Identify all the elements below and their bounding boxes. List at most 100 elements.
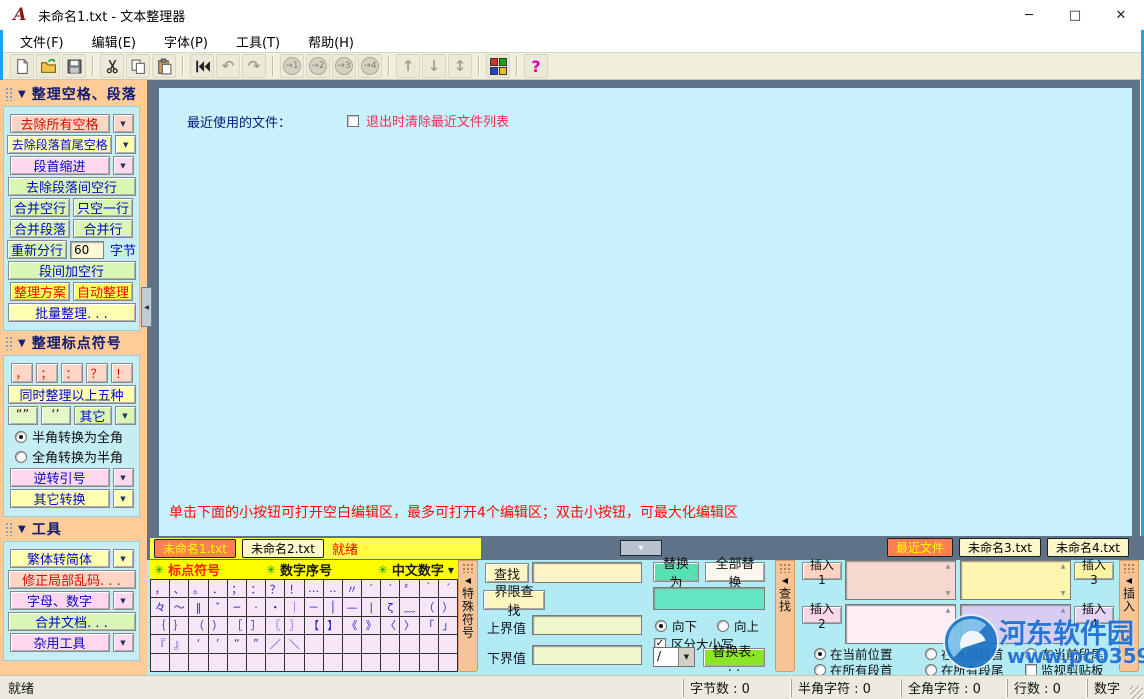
symbol-cell[interactable]: 〗 — [285, 617, 303, 634]
insert-1-button[interactable]: 插入1 — [802, 562, 842, 580]
symbol-cell[interactable] — [151, 654, 169, 671]
symbol-cell[interactable]: ； — [228, 580, 246, 597]
toolbar-copy[interactable] — [126, 54, 150, 78]
boundary-find-button[interactable]: 界限查找 — [483, 590, 545, 610]
scroll-down-icon[interactable]: ▼ — [942, 590, 954, 597]
menu-item-5[interactable]: 帮助(H) — [298, 30, 364, 53]
symbol-cell[interactable]: ｝ — [170, 617, 188, 634]
section-header-punctuation[interactable]: ▼ 整理标点符号 — [3, 333, 140, 353]
symbol-cell[interactable]: 『 — [151, 635, 169, 652]
symbol-cell[interactable]: 』 — [170, 635, 188, 652]
other-punct-dropdown[interactable] — [115, 406, 136, 425]
find-button[interactable]: 查找 — [485, 563, 529, 583]
remove-para-spaces-button[interactable]: 去除段落首尾空格 — [7, 135, 112, 154]
symbol-cell[interactable]: 〉 — [400, 617, 418, 634]
editor-tab-1[interactable]: 未命名1.txt — [154, 539, 236, 558]
reverse-quotes-button[interactable]: 逆转引号 — [10, 468, 110, 487]
radio-insert-all-para-end[interactable] — [925, 664, 937, 676]
symbol-cell[interactable] — [266, 654, 284, 671]
symbol-cell[interactable]: ？ — [266, 580, 284, 597]
single-quote-button[interactable]: ‘’ — [41, 406, 71, 425]
radio-direction-up[interactable] — [717, 620, 729, 632]
symbol-cell[interactable] — [247, 654, 265, 671]
menu-item-4[interactable]: 工具(T) — [226, 30, 290, 53]
symbol-cell[interactable]: ‥ — [324, 580, 342, 597]
symbol-cell[interactable] — [362, 635, 380, 652]
merge-lines-button[interactable]: 合并行 — [73, 219, 133, 238]
misc-tools-dropdown[interactable] — [113, 633, 134, 652]
toolbar-open-editor-4[interactable]: →4 — [358, 54, 382, 78]
toolbar-move-down[interactable]: ↓ — [422, 54, 446, 78]
symbol-cell[interactable] — [381, 635, 399, 652]
toolbar-open-editor-1[interactable]: →1 — [280, 54, 304, 78]
editor-tab-right-3[interactable]: 未命名4.txt — [1047, 538, 1129, 557]
symbol-cell[interactable]: ］ — [247, 617, 265, 634]
symbol-cell[interactable]: ” — [247, 635, 265, 652]
toolbar-move-up-down[interactable]: ↕ — [448, 54, 472, 78]
toolbar-open-folder[interactable] — [36, 54, 60, 78]
symbol-cell[interactable]: 〞 — [400, 580, 418, 597]
symbol-cell[interactable]: 、 — [170, 580, 188, 597]
symbol-cell[interactable]: │ — [324, 598, 342, 615]
reverse-quotes-dropdown[interactable] — [113, 468, 134, 487]
indent-dropdown[interactable] — [113, 156, 134, 175]
scroll-up-icon[interactable]: ▲ — [942, 607, 954, 614]
section-header-spaces[interactable]: ▼ 整理空格、段落 — [3, 84, 140, 104]
symbol-cell[interactable]: … — [305, 580, 323, 597]
editor-tab-right-1[interactable]: 最近文件 — [887, 538, 953, 557]
remove-all-spaces-button[interactable]: 去除所有空格 — [10, 114, 110, 133]
punct-button-2[interactable]: ； — [36, 363, 58, 383]
symbol-cell[interactable]: ） — [209, 617, 227, 634]
symbol-cell[interactable]: ′ — [362, 580, 380, 597]
double-quote-button[interactable]: “” — [8, 406, 38, 425]
scroll-up-icon[interactable]: ▲ — [1057, 607, 1069, 614]
radio-insert-current-para-start[interactable] — [925, 648, 937, 660]
symbol-cell[interactable]: 〃 — [343, 580, 361, 597]
keep-one-blank-button[interactable]: 只空一行 — [73, 198, 133, 217]
symbol-cell[interactable]: 〖 — [266, 617, 284, 634]
merge-paragraphs-button[interactable]: 合并段落 — [10, 219, 70, 238]
symbol-cell[interactable]: ｀ — [420, 580, 438, 597]
indent-button[interactable]: 段首缩进 — [10, 156, 110, 175]
toolbar-color-blocks[interactable] — [486, 54, 510, 78]
chevron-down-icon[interactable]: ▼ — [448, 562, 454, 577]
symbol-cell[interactable]: ‖ — [189, 598, 207, 615]
replace-all-button[interactable]: 全部替换 — [705, 562, 765, 582]
symbol-cell[interactable]: 【 — [305, 617, 323, 634]
horizontal-splitter-handle[interactable]: ▼ — [620, 540, 662, 556]
symbol-cell[interactable]: ｛ — [151, 617, 169, 634]
symbol-cell[interactable] — [439, 654, 457, 671]
symbol-cell[interactable]: 。 — [189, 580, 207, 597]
symbol-cell[interactable]: ─ — [228, 598, 246, 615]
symbol-cell[interactable]: ／ — [266, 635, 284, 652]
symbol-cell[interactable] — [305, 635, 323, 652]
clear-recent-checkbox[interactable] — [347, 115, 359, 127]
toolbar-help[interactable]: ? — [524, 54, 548, 78]
insert-1-textarea[interactable]: ▲ ▼ — [845, 560, 956, 600]
insert-3-button[interactable]: 插入3 — [1074, 562, 1114, 580]
symbol-cell[interactable]: 〈 — [381, 617, 399, 634]
symbol-cell[interactable]: 「 — [420, 617, 438, 634]
toolbar-open-editor-3[interactable]: →3 — [332, 54, 356, 78]
insert-2-textarea[interactable]: ▲ ▼ — [845, 604, 956, 644]
scroll-up-icon[interactable]: ▲ — [1057, 563, 1069, 570]
punct-button-1[interactable]: ， — [11, 363, 33, 383]
symbol-cell[interactable] — [420, 635, 438, 652]
symbol-cell[interactable] — [324, 654, 342, 671]
scroll-down-icon[interactable]: ▼ — [942, 634, 954, 641]
symbol-cell[interactable]: ・ — [266, 598, 284, 615]
toolbar-cut[interactable] — [100, 54, 124, 78]
symbol-cell[interactable]: ＼ — [285, 635, 303, 652]
radio-insert-all-para-start[interactable] — [814, 664, 826, 676]
scroll-down-icon[interactable]: ▼ — [1057, 634, 1069, 641]
replace-table-button[interactable]: 替换表. . . — [703, 648, 765, 667]
toolbar-open-editor-2[interactable]: →2 — [306, 54, 330, 78]
other-punct-button[interactable]: 其它 — [74, 406, 112, 425]
auto-tidy-button[interactable]: 自动整理 — [73, 282, 133, 301]
symbol-cell[interactable]: ［ — [228, 617, 246, 634]
replace-input[interactable] — [653, 587, 765, 610]
menu-item-2[interactable]: 编辑(E) — [82, 30, 146, 53]
insert-4-button[interactable]: 插入4 — [1074, 606, 1114, 624]
symbol-cell[interactable] — [324, 635, 342, 652]
maximize-button[interactable]: □ — [1052, 0, 1098, 30]
